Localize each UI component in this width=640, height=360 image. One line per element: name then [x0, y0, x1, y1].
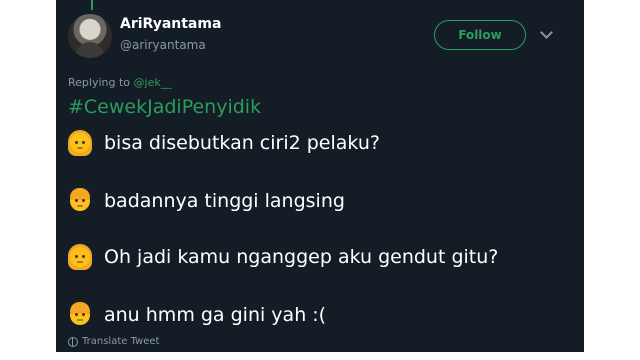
thread-line	[91, 0, 93, 10]
translate-tweet-link[interactable]: Translate Tweet	[68, 336, 159, 347]
man-face-icon	[68, 301, 92, 329]
tweet-line: anu hmm ga gini yah :(	[68, 300, 326, 330]
globe-icon	[68, 336, 78, 347]
tweet-line-text: bisa disebutkan ciri2 pelaku?	[104, 132, 380, 154]
tweet-line: bisa disebutkan ciri2 pelaku?	[68, 128, 380, 158]
replying-prefix: Replying to	[68, 76, 131, 89]
follow-button[interactable]: Follow	[434, 20, 526, 50]
tweet-card: AriRyantama @ariryantama Follow Replying…	[56, 0, 584, 352]
tweet-line-text: badannya tinggi langsing	[104, 190, 345, 212]
tweet-line: Oh jadi kamu nganggep aku gendut gitu?	[68, 242, 498, 272]
author-name[interactable]: AriRyantama	[120, 16, 221, 32]
chevron-down-icon[interactable]	[540, 26, 553, 39]
author-handle[interactable]: @ariryantama	[120, 38, 206, 52]
tweet-line-text: Oh jadi kamu nganggep aku gendut gitu?	[104, 246, 499, 268]
man-face-icon	[68, 187, 92, 215]
replying-mention-link[interactable]: @jek__	[134, 76, 172, 89]
hashtag-link[interactable]: #CewekJadiPenyidik	[68, 96, 261, 118]
translate-label: Translate Tweet	[82, 336, 160, 347]
avatar[interactable]	[68, 14, 112, 58]
tweet-line: badannya tinggi langsing	[68, 186, 345, 216]
replying-to: Replying to @jek__	[68, 76, 172, 89]
woman-face-icon	[68, 129, 92, 157]
woman-face-icon	[68, 243, 92, 271]
tweet-line-text: anu hmm ga gini yah :(	[104, 304, 327, 326]
follow-button-label: Follow	[458, 28, 502, 42]
